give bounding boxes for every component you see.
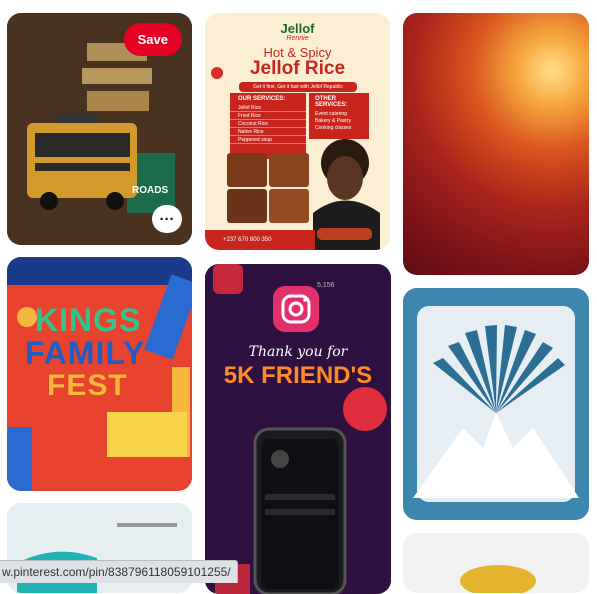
save-button[interactable]: Save	[123, 23, 182, 56]
instagram-background	[205, 264, 391, 594]
jellof-our-services: OUR SERVICES: Jellof Rice Fried Rice Coc…	[230, 93, 306, 159]
pin-mountain-logo[interactable]	[403, 288, 589, 520]
instagram-script-text: Thank you for	[248, 344, 348, 360]
pin-bus-poster[interactable]: ROADS Save ···	[7, 13, 192, 245]
jellof-tagline: Get it first, Get it fast with Jellof Re…	[239, 82, 357, 92]
fest-title-line3: FEST	[47, 369, 128, 402]
instagram-headline: 5K FRIEND'S	[223, 362, 373, 389]
other-service-item: Cooking classes	[315, 125, 352, 131]
our-service-item: Fried Rice	[230, 112, 306, 120]
fest-title-line2: FAMILY	[25, 335, 146, 371]
pin-partial-gold[interactable]	[403, 533, 589, 593]
bus-poster-sign: ROADS	[132, 185, 169, 196]
our-services-title: OUR SERVICES:	[238, 96, 286, 102]
our-service-item: Peppered soup	[230, 136, 306, 144]
jellof-brand: Jellof	[280, 21, 315, 36]
our-service-item: Native Rice	[230, 128, 306, 136]
jellof-phone: +237 670 800 350	[205, 230, 315, 250]
more-options-button[interactable]: ···	[152, 205, 182, 233]
instagram-counter: 5,156	[317, 282, 335, 289]
our-service-item: Coconut Rice	[230, 120, 306, 128]
our-service-item: Jellof Rice	[230, 104, 306, 112]
pin-instagram-5k[interactable]: 5,156 Thank you for 5K FRIEND'S	[205, 264, 391, 594]
pin-kings-family-fest[interactable]: KINGS FAMILY FEST	[7, 257, 192, 491]
status-bar-url: w.pinterest.com/pin/838796118059101255/	[0, 560, 238, 583]
other-service-item: Event catering	[315, 111, 347, 117]
jellof-brand-sub: Rennie	[286, 35, 309, 42]
jellof-headline-2: Jellof Rice	[249, 58, 346, 79]
partial-gold-image	[403, 533, 589, 593]
pin-jellof-flyer[interactable]: Jellof Rennie Hot & Spicy Jellof Rice Ge…	[205, 13, 390, 250]
other-service-item: Bakery & Pastry	[315, 118, 351, 124]
pin-abstract-gradient[interactable]	[403, 13, 589, 275]
other-services-title: OTHER SERVICES:	[315, 96, 348, 108]
fest-title-line1: KINGS	[35, 302, 142, 338]
jellof-other-services: OTHER SERVICES: Event catering Bakery & …	[309, 93, 369, 139]
mountain-logo-image	[403, 288, 589, 520]
